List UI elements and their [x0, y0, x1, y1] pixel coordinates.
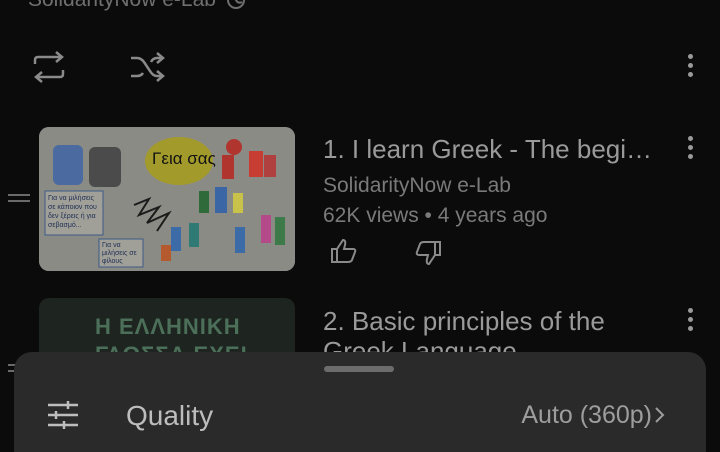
tune-icon: [48, 401, 78, 429]
video-thumbnail[interactable]: Γεια σας Για να μιλήσεις σε κάποιον που …: [39, 127, 295, 271]
thumbnail-note: Για να μιλήσεις σε κάποιον που δεν ξέρει…: [48, 195, 97, 229]
thumb-up-icon[interactable]: [330, 238, 358, 264]
quality-option[interactable]: Quality Auto (360p): [14, 382, 706, 452]
quality-label: Quality: [126, 400, 214, 431]
thumbnail-text: Γεια σας: [152, 149, 216, 168]
thumbnail-note: Για να μιλήσεις σε φίλους: [102, 242, 137, 265]
list-item[interactable]: Γεια σας Για να μιλήσεις σε κάποιον που …: [0, 126, 720, 276]
more-vert-icon[interactable]: [680, 54, 700, 77]
quality-value: Auto (360p): [521, 401, 652, 429]
shuffle-icon: [131, 52, 165, 82]
repeat-button[interactable]: [26, 48, 72, 86]
video-title[interactable]: 1. I learn Greek - The beginning: [323, 134, 663, 165]
video-thumbnail[interactable]: Η ΕΛΛΗΝΙΚΗ ΓΛΩΣΣΑ ΕΧΕΙ: [39, 298, 295, 358]
video-title[interactable]: 2. Basic principles of the: [323, 306, 605, 337]
video-more-icon[interactable]: [680, 308, 700, 331]
sheet-drag-handle[interactable]: [324, 366, 394, 372]
settings-sheet: Quality Auto (360p): [14, 352, 706, 452]
chevron-right-icon: [655, 407, 665, 423]
video-channel: SolidarityNow e-Lab: [323, 174, 511, 197]
channel-header: SolidarityNow e-Lab: [28, 0, 246, 12]
channel-name: SolidarityNow e-Lab: [28, 0, 216, 12]
thumbnail-text: Η ΕΛΛΗΝΙΚΗ: [95, 314, 241, 339]
drag-handle-icon[interactable]: [8, 190, 30, 206]
repeat-icon: [33, 51, 65, 83]
list-item[interactable]: Η ΕΛΛΗΝΙΚΗ ΓΛΩΣΣΑ ΕΧΕΙ 2. Basic principl…: [0, 298, 720, 372]
thumb-down-icon[interactable]: [414, 240, 442, 266]
globe-icon: [226, 0, 245, 9]
shuffle-button[interactable]: [124, 48, 170, 86]
video-meta: 62K views • 4 years ago: [323, 204, 548, 227]
video-more-icon[interactable]: [680, 136, 700, 159]
